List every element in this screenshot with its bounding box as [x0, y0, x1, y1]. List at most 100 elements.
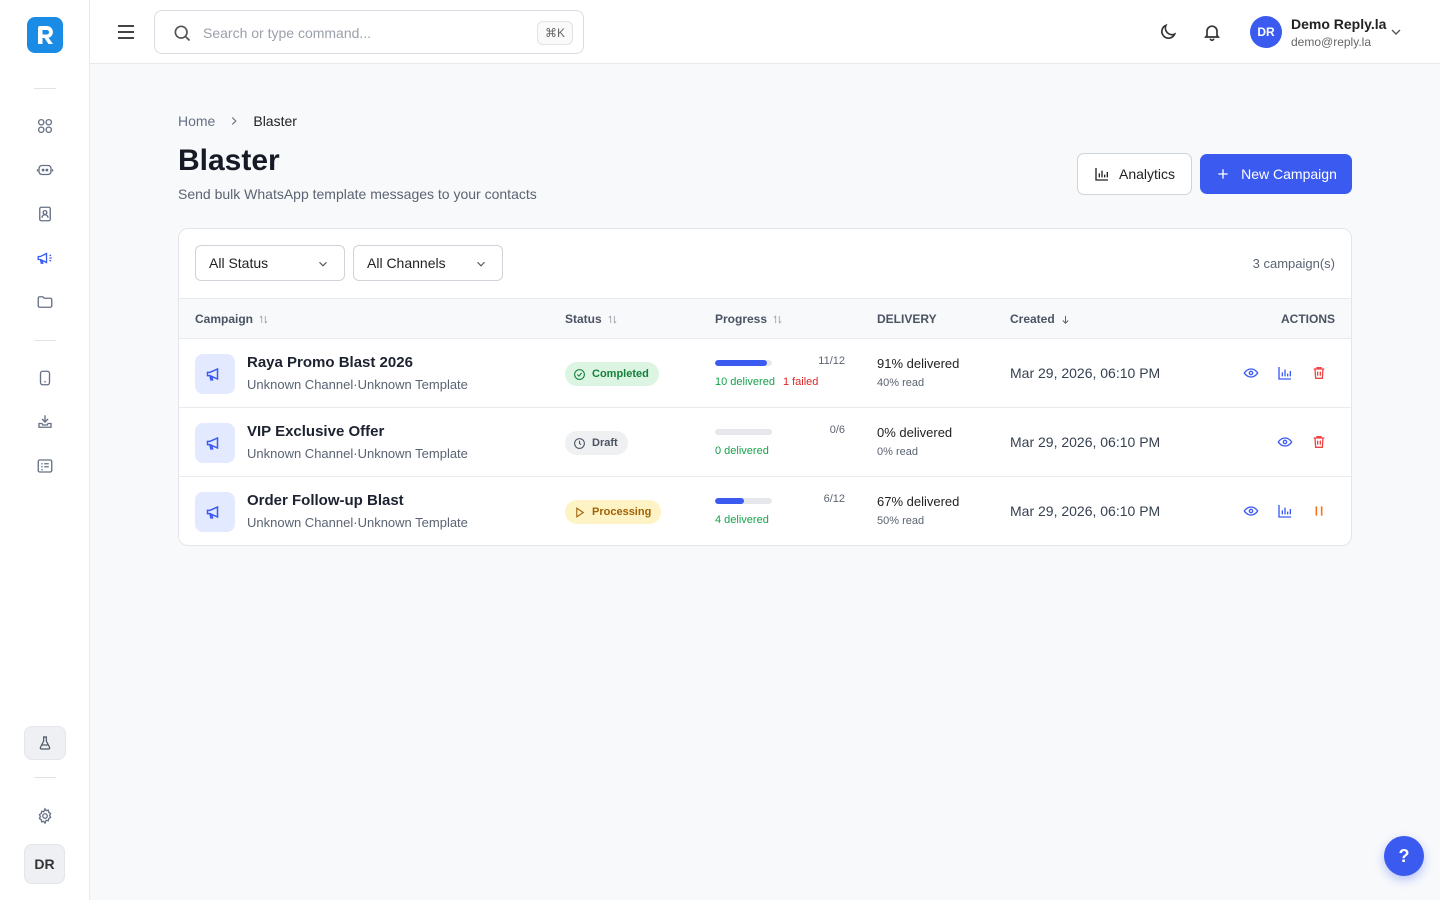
- column-header-delivery-label: DELIVERY: [877, 312, 937, 326]
- labs-button[interactable]: [24, 726, 66, 760]
- chevron-right-icon: [227, 114, 241, 128]
- table-header: Campaign Status Progress DELIVERY Create…: [179, 298, 1351, 339]
- plus-icon: [1218, 169, 1228, 179]
- column-header-status[interactable]: Status: [565, 312, 618, 326]
- campaign-meta: Unknown Channel·Unknown Template: [247, 377, 468, 392]
- campaign-name[interactable]: Raya Promo Blast 2026: [247, 354, 413, 371]
- sort-desc-arrow-icon: [1062, 315, 1069, 324]
- folder-icon[interactable]: [33, 290, 57, 314]
- campaign-name[interactable]: VIP Exclusive Offer: [247, 423, 384, 440]
- breadcrumb-home-link[interactable]: Home: [178, 113, 215, 129]
- delivery-rate: 67% delivered: [877, 494, 960, 509]
- channel-filter-select[interactable]: All Channels: [353, 245, 503, 281]
- contacts-icon[interactable]: [33, 202, 57, 226]
- blaster-megaphone-icon[interactable]: [33, 246, 57, 270]
- chevron-down-icon: [477, 261, 485, 267]
- sidebar-divider: [34, 88, 56, 89]
- status-badge: Completed: [565, 362, 659, 386]
- bar-chart-icon: [1095, 168, 1108, 181]
- progress-delivered: 0 delivered: [715, 445, 769, 457]
- user-avatar[interactable]: DR: [1250, 16, 1282, 48]
- progress-bar: [715, 429, 772, 435]
- campaign-megaphone-icon: [195, 423, 235, 463]
- column-header-progress[interactable]: Progress: [715, 312, 783, 326]
- help-button[interactable]: ?: [1384, 836, 1424, 876]
- sidebar-divider: [34, 777, 56, 778]
- chevron-down-icon[interactable]: [1388, 24, 1404, 40]
- analytics-button[interactable]: Analytics: [1077, 153, 1192, 195]
- view-eye-icon[interactable]: [1242, 502, 1260, 520]
- campaign-megaphone-icon: [195, 492, 235, 532]
- flask-icon: [39, 736, 51, 750]
- search-bar[interactable]: ⌘K: [154, 10, 584, 54]
- column-header-created[interactable]: Created: [1010, 312, 1071, 326]
- sort-icon: [773, 315, 782, 323]
- created-date: Mar 29, 2026, 06:10 PM: [1010, 503, 1161, 519]
- column-header-actions-label: ACTIONS: [1281, 312, 1335, 326]
- search-input[interactable]: [203, 22, 523, 44]
- search-shortcut-badge: ⌘K: [536, 21, 573, 45]
- pause-icon[interactable]: [1310, 502, 1328, 520]
- delivery-rate: 0% delivered: [877, 425, 953, 440]
- breadcrumb-current: Blaster: [253, 113, 297, 129]
- logo-r-icon: [38, 26, 53, 44]
- menu-hamburger-icon[interactable]: [116, 21, 136, 43]
- campaign-channel: Unknown Channel: [247, 446, 354, 461]
- table-row[interactable]: VIP Exclusive Offer Unknown Channel·Unkn…: [179, 408, 1351, 477]
- sidebar-divider: [34, 340, 56, 341]
- device-icon[interactable]: [33, 366, 57, 390]
- analytics-bar-chart-icon[interactable]: [1276, 364, 1294, 382]
- delete-trash-icon[interactable]: [1310, 364, 1328, 382]
- notification-bell-icon[interactable]: [1202, 22, 1222, 42]
- sidebar: DR: [0, 0, 90, 900]
- campaigns-card: All Status All Channels 3 campaign(s) Ca…: [178, 228, 1352, 546]
- progress-fill: [715, 498, 744, 504]
- status-badge: Draft: [565, 431, 628, 455]
- campaign-meta: Unknown Channel·Unknown Template: [247, 446, 468, 461]
- campaign-meta: Unknown Channel·Unknown Template: [247, 515, 468, 530]
- play-icon: [576, 506, 585, 518]
- settings-gear-icon[interactable]: [33, 804, 57, 828]
- app-logo[interactable]: [27, 17, 63, 53]
- progress-count: 6/12: [823, 493, 845, 505]
- progress-delivered: 10 delivered 1 failed: [715, 376, 818, 388]
- view-eye-icon[interactable]: [1276, 433, 1294, 451]
- sort-icon: [608, 315, 617, 323]
- delete-trash-icon[interactable]: [1310, 433, 1328, 451]
- inbox-download-icon[interactable]: [33, 410, 57, 434]
- new-campaign-button[interactable]: New Campaign: [1200, 154, 1352, 194]
- table-row[interactable]: Raya Promo Blast 2026 Unknown Channel·Un…: [179, 339, 1351, 408]
- read-rate: 50% read: [877, 515, 925, 527]
- delivery-rate: 91% delivered: [877, 356, 960, 371]
- column-header-progress-label: Progress: [715, 312, 768, 326]
- created-date: Mar 29, 2026, 06:10 PM: [1010, 365, 1161, 381]
- progress-bar: [715, 360, 772, 366]
- column-header-actions: ACTIONS: [1281, 312, 1335, 326]
- channel-filter-value: All Channels: [367, 255, 446, 271]
- view-eye-icon[interactable]: [1242, 364, 1260, 382]
- chevron-down-icon: [319, 261, 327, 267]
- progress-delivered: 4 delivered: [715, 514, 769, 526]
- column-header-status-label: Status: [565, 312, 602, 326]
- status-filter-select[interactable]: All Status: [195, 245, 345, 281]
- dashboard-icon[interactable]: [33, 114, 57, 138]
- campaign-megaphone-icon: [195, 354, 235, 394]
- templates-icon[interactable]: [33, 454, 57, 478]
- user-name[interactable]: Demo Reply.la: [1291, 16, 1386, 32]
- sidebar-avatar[interactable]: DR: [24, 844, 65, 884]
- chatbot-icon[interactable]: [33, 158, 57, 182]
- table-row[interactable]: Order Follow-up Blast Unknown Channel·Un…: [179, 477, 1351, 545]
- read-rate: 40% read: [877, 377, 925, 389]
- analytics-bar-chart-icon[interactable]: [1276, 502, 1294, 520]
- failed-count: 1 failed: [782, 376, 819, 388]
- delivered-count: 10 delivered: [715, 376, 775, 388]
- campaign-template: Unknown Template: [357, 446, 468, 461]
- column-header-campaign[interactable]: Campaign: [195, 312, 269, 326]
- dark-mode-moon-icon[interactable]: [1158, 22, 1178, 42]
- clock-icon: [574, 437, 585, 449]
- campaign-name[interactable]: Order Follow-up Blast: [247, 492, 404, 509]
- created-date: Mar 29, 2026, 06:10 PM: [1010, 434, 1161, 450]
- column-header-created-label: Created: [1010, 312, 1055, 326]
- delivered-count: 4 delivered: [715, 514, 769, 526]
- user-email: demo@reply.la: [1291, 35, 1371, 49]
